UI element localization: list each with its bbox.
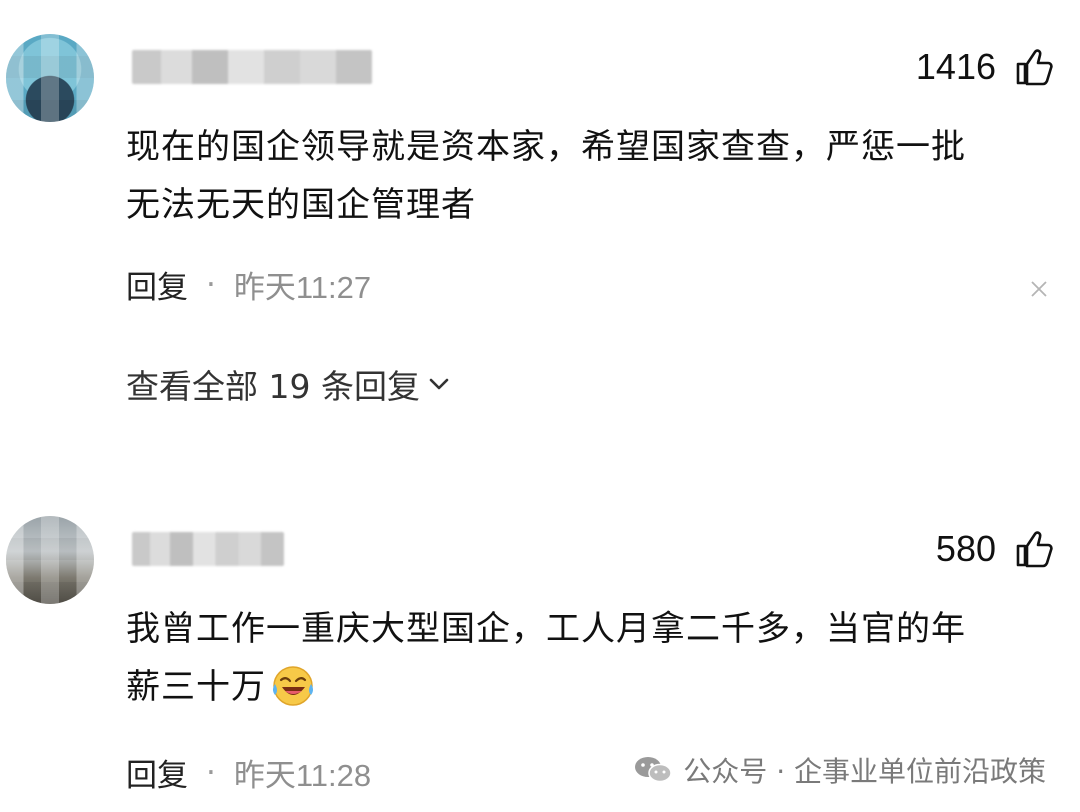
comment-time: 昨天11:28 bbox=[233, 758, 372, 793]
comment-text-line: 现在的国企领导就是资本家，希望国家查查，严惩一批 bbox=[126, 127, 966, 167]
watermark-text: 公众号 · 企事业单位前沿政策 bbox=[683, 755, 1046, 788]
like-button[interactable]: 580 bbox=[936, 528, 1054, 570]
comment-text-line: 薪三十万 bbox=[126, 662, 1056, 712]
username-redacted bbox=[132, 50, 372, 84]
reply-button[interactable]: 回复 bbox=[126, 262, 188, 307]
comment-text-line: 无法无天的国企管理者 bbox=[126, 185, 476, 225]
close-icon[interactable] bbox=[1030, 280, 1048, 298]
meta-separator: · bbox=[206, 754, 216, 791]
avatar[interactable] bbox=[6, 34, 94, 122]
comment-text-line: 我曾工作一重庆大型国企，工人月拿二千多，当官的年 bbox=[126, 609, 966, 649]
wechat-icon bbox=[635, 757, 673, 783]
comment-time: 昨天11:27 bbox=[233, 270, 372, 305]
like-count: 580 bbox=[935, 528, 996, 569]
avatar[interactable] bbox=[6, 516, 94, 604]
like-button[interactable]: 1416 bbox=[916, 46, 1054, 88]
thumbs-up-icon bbox=[1016, 49, 1053, 86]
view-all-replies-label: 查看全部 19 条回复 bbox=[126, 367, 420, 406]
comment-meta: 回复 · 昨天11:28 bbox=[126, 750, 371, 795]
thumbs-up-icon bbox=[1016, 531, 1053, 568]
comment-text: 现在的国企领导就是资本家，希望国家查查，严惩一批 无法无天的国企管理者 bbox=[126, 122, 1056, 230]
view-all-replies-button[interactable]: 查看全部 19 条回复 bbox=[126, 360, 452, 408]
comment-text: 我曾工作一重庆大型国企，工人月拿二千多，当官的年 薪三十万 bbox=[126, 604, 1056, 712]
meta-separator: · bbox=[206, 266, 216, 303]
reply-button[interactable]: 回复 bbox=[126, 750, 188, 795]
chevron-down-icon bbox=[429, 378, 449, 390]
like-count: 1416 bbox=[915, 46, 996, 87]
comment-meta: 回复 · 昨天11:27 bbox=[126, 262, 371, 307]
laughing-crying-emoji-icon bbox=[273, 666, 313, 706]
watermark: 公众号 · 企事业单位前沿政策 bbox=[633, 750, 1046, 790]
username-redacted bbox=[132, 532, 284, 566]
